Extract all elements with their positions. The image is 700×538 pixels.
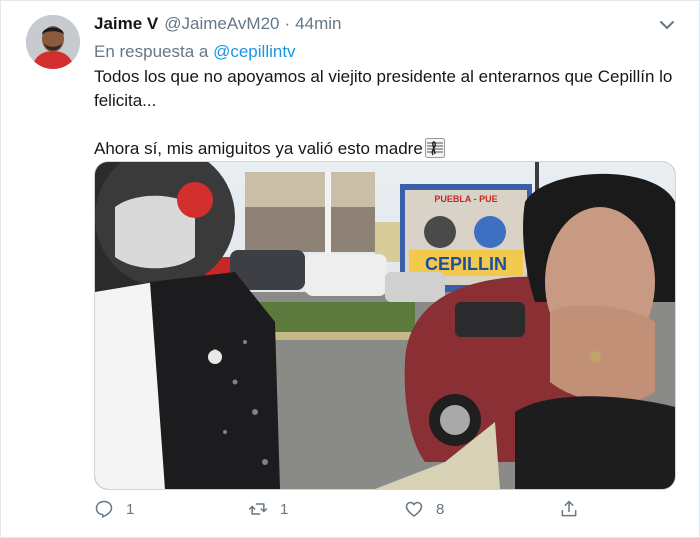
reply-context: En respuesta a @cepillintv — [94, 42, 296, 62]
separator-dot: · — [284, 14, 291, 33]
like-button[interactable]: 8 — [404, 499, 444, 519]
tweet-text: Todos los que no apoyamos al viejito pre… — [94, 65, 684, 161]
tweet-media-image[interactable]: PUEBLA - PUE CEPILLIN — [94, 161, 676, 490]
tweet-actions: 1 1 8 — [94, 499, 594, 523]
reply-count: 1 — [126, 500, 135, 518]
tweet-header: Jaime V @JaimeAvM20 · 44min — [94, 14, 341, 38]
tweet-card[interactable]: Jaime V @JaimeAvM20 · 44min En respuesta… — [0, 0, 700, 538]
retweet-button[interactable]: 1 — [248, 499, 288, 519]
timestamp[interactable]: 44min — [295, 14, 341, 34]
retweet-icon — [248, 503, 268, 515]
sign-top-text: PUEBLA - PUE — [434, 194, 497, 204]
chevron-down-icon[interactable] — [657, 17, 677, 33]
share-button[interactable] — [559, 499, 579, 519]
author-name[interactable]: Jaime V — [94, 14, 158, 34]
author-handle[interactable]: @JaimeAvM20 — [164, 14, 279, 34]
sign-main-text: CEPILLIN — [425, 254, 507, 274]
reply-handle-link[interactable]: @cepillintv — [213, 42, 295, 61]
music-score-icon — [424, 138, 445, 158]
share-icon — [561, 500, 577, 517]
reply-button[interactable]: 1 — [94, 499, 134, 519]
tweet-text-line2: Ahora sí, mis amiguitos ya valió esto ma… — [94, 139, 423, 158]
like-count: 8 — [436, 500, 445, 518]
reply-prefix: En respuesta a — [94, 42, 209, 61]
heart-icon — [405, 501, 423, 517]
reply-icon — [95, 500, 113, 518]
avatar[interactable] — [26, 15, 80, 69]
tweet-text-line1: Todos los que no apoyamos al viejito pre… — [94, 67, 673, 110]
retweet-count: 1 — [280, 500, 289, 518]
